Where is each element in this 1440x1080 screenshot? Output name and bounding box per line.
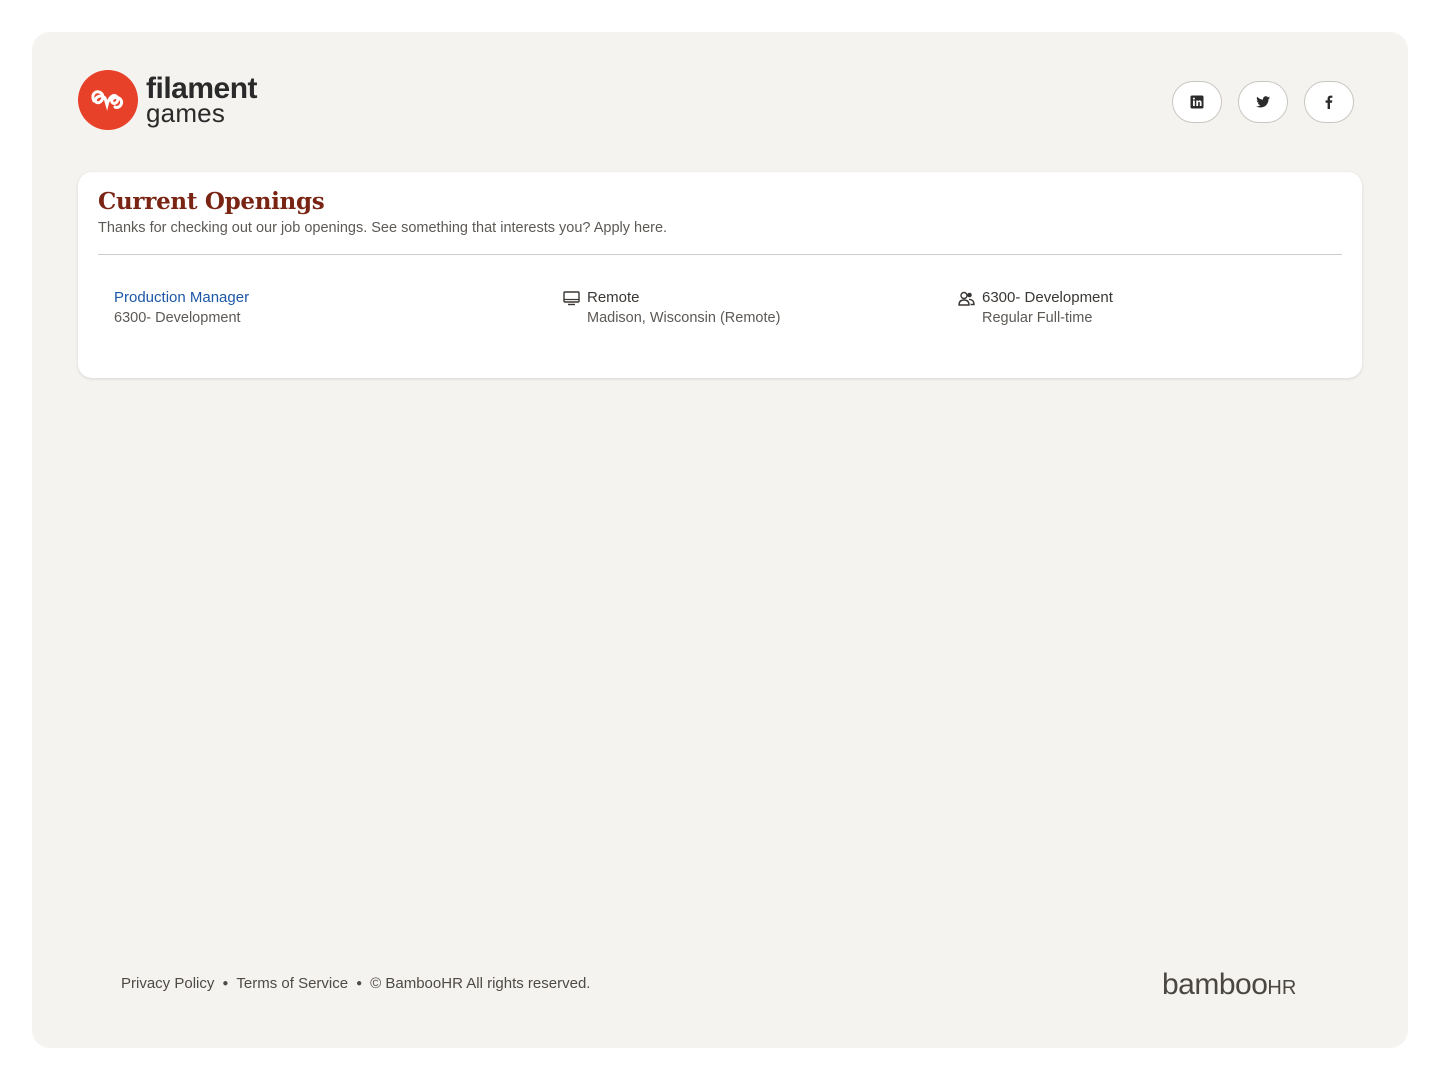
openings-card: Current Openings Thanks for checking out… (78, 172, 1362, 378)
bamboohr-logo-text: bamboo (1162, 968, 1268, 1001)
terms-of-service-link[interactable]: Terms of Service (236, 975, 348, 992)
page-frame: filament games Current Openings Thanks f… (32, 32, 1408, 1048)
separator-dot: ● (356, 978, 363, 989)
divider (98, 254, 1342, 255)
job-team: 6300- Development (982, 289, 1113, 306)
facebook-button[interactable] (1304, 81, 1354, 123)
facebook-icon (1325, 95, 1333, 109)
company-logo[interactable]: filament games (78, 70, 258, 130)
linkedin-icon (1190, 95, 1204, 109)
separator-dot: ● (222, 978, 229, 989)
page-subtitle: Thanks for checking out our job openings… (98, 220, 668, 236)
privacy-policy-link[interactable]: Privacy Policy (121, 975, 214, 992)
copyright-text: © BambooHR All rights reserved. (370, 975, 591, 992)
bamboohr-logo[interactable]: bamboo HR (1162, 968, 1296, 1002)
linkedin-button[interactable] (1172, 81, 1222, 123)
people-icon (958, 291, 975, 306)
filament-logo-icon (78, 70, 138, 130)
job-location-type: Remote (587, 289, 640, 306)
job-title-link[interactable]: Production Manager (114, 289, 249, 306)
logo-line-2: games (146, 98, 226, 128)
page-title: Current Openings (98, 188, 325, 215)
job-employment-type: Regular Full-time (982, 310, 1093, 326)
footer-links: Privacy Policy ● Terms of Service ● © Ba… (121, 975, 590, 992)
bamboohr-logo-suffix: HR (1267, 977, 1297, 999)
monitor-icon (563, 291, 580, 306)
twitter-button[interactable] (1238, 81, 1288, 123)
job-department: 6300- Development (114, 310, 241, 326)
twitter-icon (1256, 96, 1270, 108)
logo-wordmark: filament games (146, 74, 258, 128)
job-location: Madison, Wisconsin (Remote) (587, 310, 781, 326)
